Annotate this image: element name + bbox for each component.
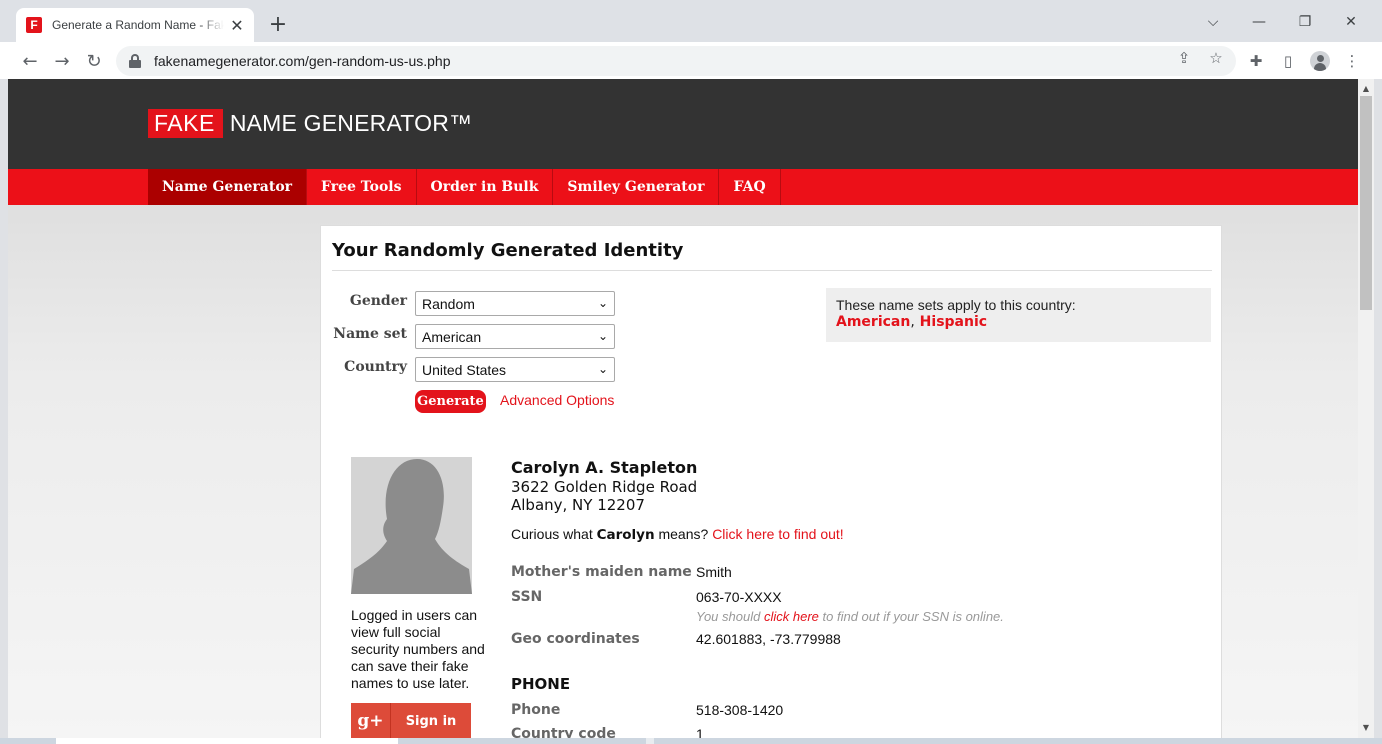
address-bar[interactable]: fakenamegenerator.com/gen-random-us-us.p… xyxy=(116,46,1236,76)
name-set-separator: , xyxy=(910,314,915,330)
nav-smiley-generator[interactable]: Smiley Generator xyxy=(553,169,720,205)
logo-name-generator-text: NAME GENERATOR™ xyxy=(229,110,473,136)
maiden-name-value: Smith xyxy=(696,564,732,580)
browser-tab[interactable]: F Generate a Random Name - Fake Name Gen… xyxy=(16,8,254,42)
geo-coordinates-label: Geo coordinates xyxy=(511,631,640,647)
silhouette-avatar xyxy=(351,457,472,594)
nameset-select-value: American xyxy=(422,328,482,345)
generate-button[interactable]: Generate xyxy=(415,390,486,413)
name-meaning-link[interactable]: Click here to find out! xyxy=(712,526,844,542)
taskbar-search-box[interactable] xyxy=(56,738,398,744)
lock-icon[interactable] xyxy=(128,54,142,68)
site-logo[interactable]: FAKE NAME GENERATOR™ xyxy=(148,109,472,138)
nameset-label: Name set xyxy=(333,326,407,342)
scrollbar-thumb[interactable] xyxy=(1360,96,1372,310)
curious-prefix: Curious what xyxy=(511,526,593,542)
country-select[interactable]: United States ⌄ xyxy=(415,357,615,382)
country-select-value: United States xyxy=(422,361,507,378)
name-meaning-line: Curious what Carolyn means? Click here t… xyxy=(511,526,844,543)
extensions-puzzle-icon[interactable]: ✚ xyxy=(1246,51,1266,71)
side-panel-icon[interactable]: ▯ xyxy=(1278,51,1298,71)
nav-order-in-bulk[interactable]: Order in Bulk xyxy=(417,169,554,205)
person-name: Carolyn A. Stapleton xyxy=(511,458,698,477)
phone-label: Phone xyxy=(511,702,561,718)
maiden-name-label: Mother's maiden name xyxy=(511,564,692,580)
site-favicon-icon: F xyxy=(26,17,42,33)
site-header: FAKE NAME GENERATOR™ xyxy=(8,79,1358,169)
page-viewport: FAKE NAME GENERATOR™ Name Generator Free… xyxy=(8,79,1358,738)
url-text[interactable]: fakenamegenerator.com/gen-random-us-us.p… xyxy=(154,53,451,69)
name-set-link-american[interactable]: American xyxy=(836,314,910,330)
name-set-link-hispanic[interactable]: Hispanic xyxy=(920,314,987,330)
new-tab-icon[interactable]: + xyxy=(266,12,290,37)
logo-fake-text: FAKE xyxy=(148,109,223,138)
ssn-note-suffix: to find out if your SSN is online. xyxy=(822,609,1004,624)
gender-select-value: Random xyxy=(422,295,475,312)
phone-value: 518-308-1420 xyxy=(696,702,784,718)
name-sets-note: These name sets apply to this country: xyxy=(836,297,1076,313)
curious-name: Carolyn xyxy=(596,527,655,543)
title-divider xyxy=(332,270,1212,271)
signin-label: Sign in xyxy=(405,713,457,729)
chevron-down-icon: ⌄ xyxy=(597,362,608,376)
scroll-up-arrow-icon[interactable]: ▲ xyxy=(1358,81,1374,95)
identity-card: Your Randomly Generated Identity Gender … xyxy=(320,225,1222,738)
advanced-options-link[interactable]: Advanced Options xyxy=(500,392,614,408)
address-city: Albany, NY 12207 xyxy=(511,496,645,514)
reload-icon[interactable]: ↻ xyxy=(80,47,108,75)
profile-avatar-icon[interactable] xyxy=(1310,51,1330,71)
gender-select[interactable]: Random ⌄ xyxy=(415,291,615,316)
ssn-value: 063-70-XXXX xyxy=(696,589,782,605)
share-icon[interactable]: ⇪ xyxy=(1175,49,1193,67)
country-code-label: Country code xyxy=(511,726,616,738)
close-window-icon[interactable]: ✕ xyxy=(1328,8,1374,36)
browser-toolbar: ← → ↻ fakenamegenerator.com/gen-random-u… xyxy=(0,42,1382,79)
bookmark-star-icon[interactable]: ☆ xyxy=(1207,49,1225,67)
nav-name-generator[interactable]: Name Generator xyxy=(148,169,308,205)
address-street: 3622 Golden Ridge Road xyxy=(511,478,698,496)
country-label: Country xyxy=(344,359,407,375)
chevron-down-icon: ⌄ xyxy=(597,296,608,310)
tab-search-chevron-icon[interactable]: ⌵ xyxy=(1190,8,1236,36)
forward-arrow-icon[interactable]: → xyxy=(48,47,76,75)
taskbar-item[interactable] xyxy=(646,738,654,744)
phone-section-heading: PHONE xyxy=(511,675,571,693)
os-taskbar xyxy=(0,738,1382,744)
nav-free-tools[interactable]: Free Tools xyxy=(307,169,417,205)
ssn-note: You should click here to find out if you… xyxy=(696,609,1004,624)
ssn-label: SSN xyxy=(511,589,543,605)
browser-menu-icon[interactable]: ⋮ xyxy=(1342,51,1362,71)
country-code-value: 1 xyxy=(696,726,704,738)
ssn-note-prefix: You should xyxy=(696,609,761,624)
nav-faq[interactable]: FAQ xyxy=(719,169,781,205)
minimize-icon[interactable]: — xyxy=(1236,8,1282,36)
curious-mid: means? xyxy=(658,526,709,542)
restore-icon[interactable]: ❐ xyxy=(1282,8,1328,36)
close-tab-icon[interactable]: ✕ xyxy=(228,16,246,35)
gender-label: Gender xyxy=(349,293,407,309)
ssn-check-link[interactable]: click here xyxy=(764,609,819,624)
login-note: Logged in users can view full social sec… xyxy=(351,607,485,691)
back-arrow-icon[interactable]: ← xyxy=(16,47,44,75)
chevron-down-icon: ⌄ xyxy=(597,329,608,343)
name-sets-info-box: These name sets apply to this country: A… xyxy=(826,288,1211,342)
tab-title: Generate a Random Name - Fake Name Gener… xyxy=(52,18,224,32)
geo-coordinates-link[interactable]: 42.601883, -73.779988 xyxy=(696,631,841,647)
browser-tab-strip: F Generate a Random Name - Fake Name Gen… xyxy=(0,0,1382,42)
scroll-down-arrow-icon[interactable]: ▼ xyxy=(1358,720,1374,734)
main-navigation: Name Generator Free Tools Order in Bulk … xyxy=(8,169,1358,205)
google-plus-icon: g+ xyxy=(351,703,391,738)
nameset-select[interactable]: American ⌄ xyxy=(415,324,615,349)
google-plus-signin-button[interactable]: g+ Sign in xyxy=(351,703,471,738)
page-title: Your Randomly Generated Identity xyxy=(332,240,684,261)
